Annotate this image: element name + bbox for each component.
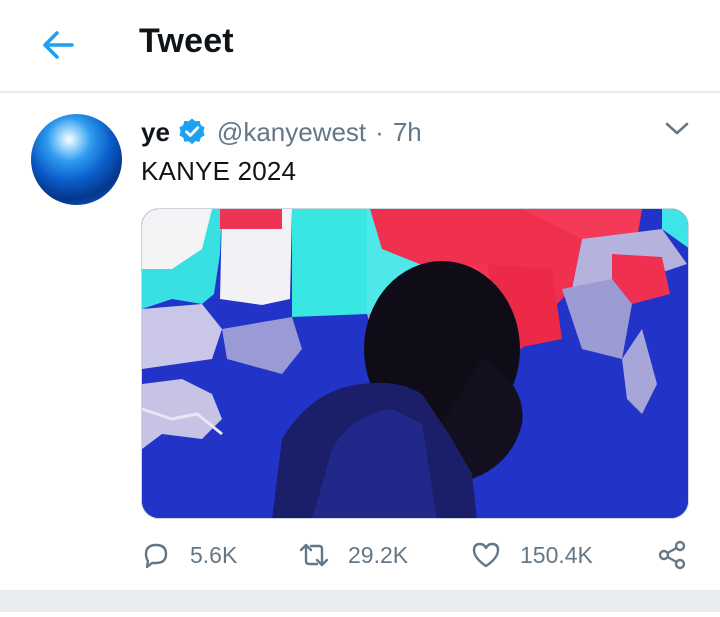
retweet-icon xyxy=(299,543,329,567)
tweet-text: KANYE 2024 xyxy=(141,156,297,186)
reply-icon xyxy=(144,543,168,569)
avatar[interactable] xyxy=(31,114,122,205)
meta-separator: · xyxy=(375,116,384,147)
chevron-down-icon[interactable] xyxy=(664,116,690,142)
election-map-photo xyxy=(142,209,688,518)
share-button[interactable] xyxy=(656,530,688,580)
display-name[interactable]: ye xyxy=(141,117,170,148)
reply-count: 5.6K xyxy=(190,541,238,568)
page-title: Tweet xyxy=(139,22,234,60)
reply-button[interactable]: 5.6K xyxy=(140,530,237,580)
section-divider xyxy=(0,590,720,612)
like-count: 150.4K xyxy=(520,541,593,568)
share-icon xyxy=(658,540,686,570)
user-handle[interactable]: @kanyewest xyxy=(217,117,366,148)
like-button[interactable]: 150.4K xyxy=(470,530,593,580)
retweet-button[interactable]: 29.2K xyxy=(298,530,408,580)
tweet-timestamp[interactable]: 7h xyxy=(393,117,422,148)
tweet-author-row: ye @kanyewest · 7h xyxy=(141,114,422,150)
retweet-count: 29.2K xyxy=(348,541,409,568)
back-arrow-icon[interactable] xyxy=(38,28,78,62)
top-bar: Tweet xyxy=(0,0,720,93)
like-icon xyxy=(472,542,500,568)
tweet-photo[interactable] xyxy=(141,208,689,519)
verified-badge-icon xyxy=(179,118,205,145)
tweet-actions: 5.6K 29.2K 150.4K xyxy=(0,530,720,580)
